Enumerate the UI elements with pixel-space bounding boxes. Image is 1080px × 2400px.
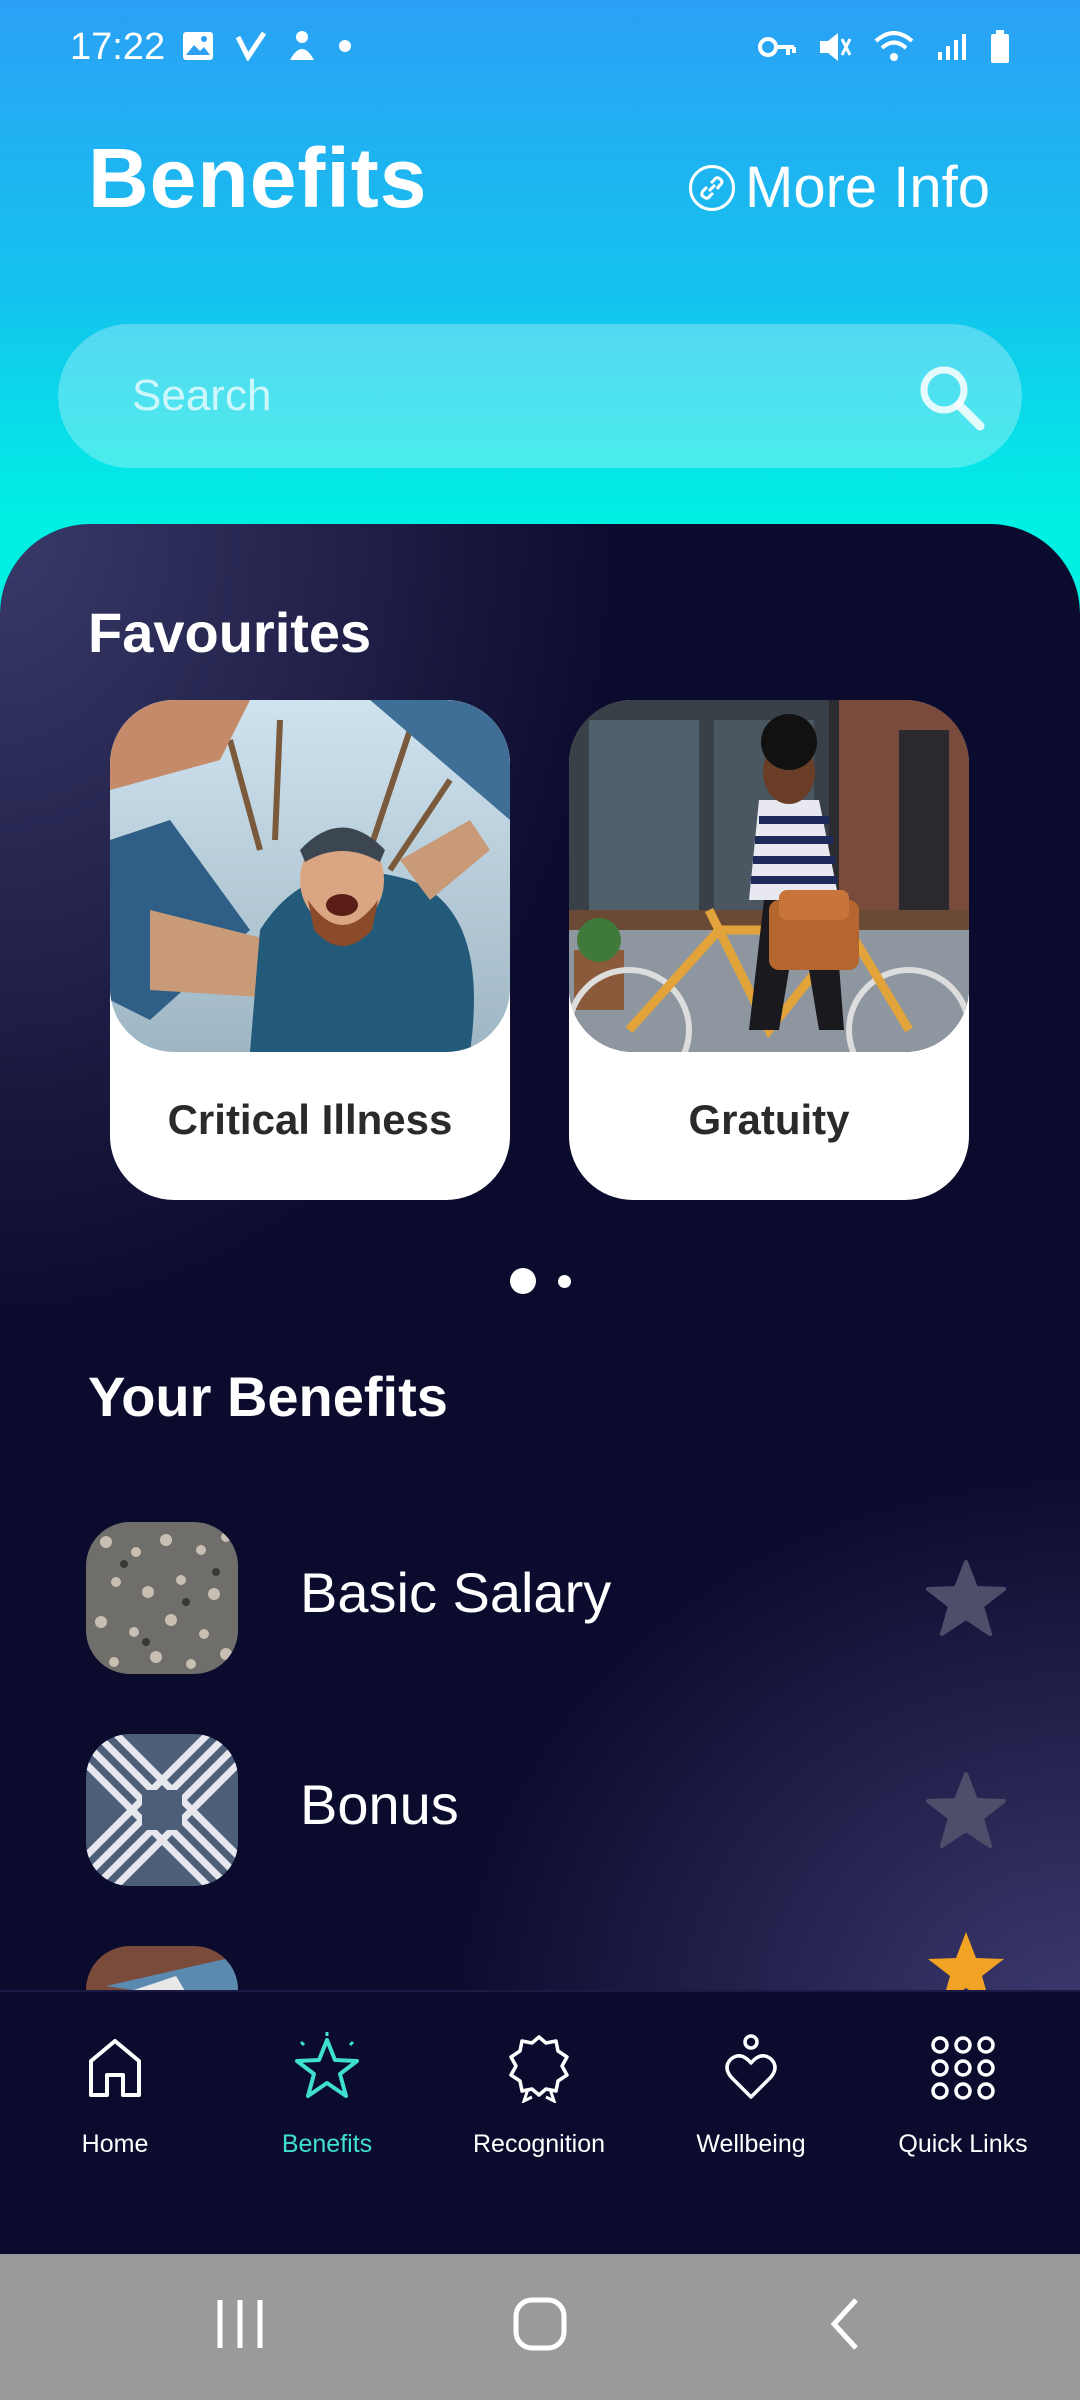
search-bar[interactable]: [58, 324, 1022, 468]
status-right-icons: [758, 30, 1010, 69]
nav-label: Benefits: [281, 2130, 373, 2158]
favourites-pager: [0, 1268, 1080, 1294]
favourite-label: Critical Illness: [167, 1096, 453, 1143]
search-icon[interactable]: [916, 362, 986, 436]
crowd-aerial-photo: [86, 1522, 238, 1674]
woman-bicycle-photo: [569, 700, 969, 1052]
mute-icon: [818, 31, 852, 68]
benefit-label: Bonus: [300, 1773, 459, 1836]
nav-label: Quick Links: [898, 2130, 1028, 2158]
more-info-label: More Info: [745, 155, 990, 220]
star-icon[interactable]: [926, 1770, 1006, 1854]
key-icon: [758, 35, 796, 64]
status-time: 17:22: [70, 26, 166, 68]
your-benefits-title: Your Benefits: [88, 1365, 448, 1428]
nav-item-recognition[interactable]: Recognition: [433, 2028, 645, 2159]
star-icon[interactable]: [926, 1558, 1006, 1642]
benefit-label: Basic Salary: [300, 1561, 612, 1624]
dot-icon: [338, 39, 352, 58]
favourites-title: Favourites: [88, 601, 372, 664]
nav-item-wellbeing[interactable]: Wellbeing: [645, 2028, 857, 2159]
man-laughing-photo: [110, 700, 510, 1052]
page-title: Benefits: [88, 131, 428, 225]
pager-dot[interactable]: [557, 1274, 571, 1288]
back-icon[interactable]: [816, 2294, 876, 2358]
link-icon: [689, 164, 735, 211]
award-icon: [433, 2028, 645, 2108]
check-v-icon: [235, 31, 267, 66]
nav-label: Recognition: [472, 2130, 606, 2158]
person-icon: [288, 30, 316, 67]
nav-item-home[interactable]: Home: [9, 2028, 221, 2159]
image-icon: [182, 31, 214, 66]
benefit-row-bonus[interactable]: Bonus: [86, 1734, 1006, 1886]
nav-item-benefits[interactable]: Benefits: [221, 2028, 433, 2159]
crosswalk-aerial-photo: [86, 1734, 238, 1886]
wifi-icon: [874, 31, 914, 68]
status-bar: 17:22: [0, 0, 1080, 100]
signal-icon: [936, 32, 968, 67]
home-icon: [9, 2028, 221, 2108]
grid-icon: [857, 2028, 1069, 2108]
home-circle-icon[interactable]: [510, 2294, 570, 2358]
heart-icon: [645, 2028, 857, 2108]
recent-apps-icon[interactable]: [210, 2294, 270, 2358]
search-input[interactable]: [132, 360, 892, 432]
favourite-card-gratuity[interactable]: Gratuity: [569, 700, 969, 1200]
nav-label: Wellbeing: [696, 2130, 806, 2158]
more-info-link[interactable]: More Info: [689, 154, 990, 221]
battery-icon: [990, 30, 1010, 69]
benefit-row-basic-salary[interactable]: Basic Salary: [86, 1522, 1006, 1674]
nav-label: Home: [81, 2130, 149, 2158]
favourite-card-critical-illness[interactable]: Critical Illness: [110, 700, 510, 1200]
system-nav-bar: [0, 2254, 1080, 2400]
status-left-icons: [182, 30, 352, 67]
favourite-label: Gratuity: [688, 1096, 850, 1143]
star-icon: [221, 2028, 433, 2108]
bottom-nav: Home Benefits Recognition Wellbeing Quic…: [0, 1990, 1080, 2254]
pager-dot-active[interactable]: [509, 1268, 536, 1294]
nav-item-quick-links[interactable]: Quick Links: [857, 2028, 1069, 2159]
